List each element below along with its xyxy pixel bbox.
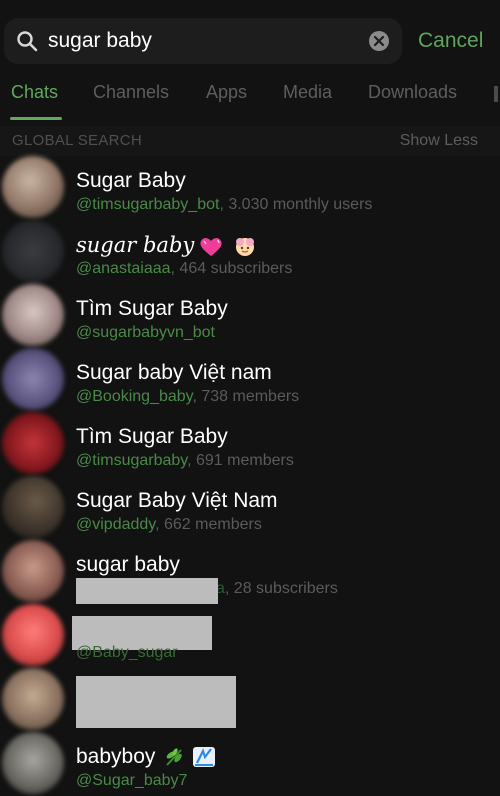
search-icon [17, 31, 38, 52]
show-less-button[interactable]: Show Less [400, 132, 478, 150]
chat-subtitle: @Booking_baby, 738 members [76, 388, 300, 405]
cancel-button[interactable]: Cancel [418, 29, 483, 53]
avatar [2, 220, 64, 282]
chat-subtitle: @Sugar_baby7 [76, 772, 188, 789]
chat-subtitle: @vipdaddy, 662 members [76, 516, 262, 533]
list-item[interactable]: Tìm Sugar Baby @timsugarbaby, 691 member… [0, 410, 500, 474]
chat-subtitle: a, 28 subscribers [216, 580, 338, 597]
avatar [2, 604, 64, 666]
active-tab-indicator [10, 117, 62, 120]
search-bar[interactable]: sugar baby [4, 18, 402, 64]
avatar [2, 476, 64, 538]
avatar [2, 412, 64, 474]
cherry-blossom-face-icon [236, 237, 255, 256]
avatar [2, 284, 64, 346]
list-item[interactable]: Sugar Baby Việt Nam @vipdaddy, 662 membe… [0, 474, 500, 538]
chat-subtitle: @anastaiaaa, 464 subscribers [76, 260, 293, 277]
chat-subtitle: @timsugarbaby_bot, 3.030 monthly users [76, 196, 373, 213]
list-item[interactable]: Sugar Baby @timsugarbaby_bot, 3.030 mont… [0, 154, 500, 218]
list-item[interactable]: sugar baby a, 28 subscribers [0, 538, 500, 604]
chat-title: sugar baby [76, 233, 256, 258]
avatar [2, 540, 64, 602]
global-search-header: GLOBAL SEARCH Show Less [0, 126, 500, 156]
filter-tabs: Chats Channels Apps Media Downloads [0, 78, 500, 120]
tab-overflow[interactable] [494, 86, 498, 102]
tab-apps[interactable]: Apps [206, 82, 247, 103]
list-item[interactable]: @Baby_sugar [0, 602, 500, 666]
search-input[interactable]: sugar baby [48, 29, 152, 53]
tab-chats[interactable]: Chats [11, 82, 58, 103]
avatar [2, 348, 64, 410]
tab-downloads[interactable]: Downloads [368, 82, 457, 103]
pink-heart-icon [200, 237, 222, 256]
list-item[interactable]: sugar baby @anastaiaaa, 464 subscribers [0, 218, 500, 282]
chat-title: Sugar Baby [76, 169, 186, 192]
list-item[interactable]: Sugar baby Việt nam @Booking_baby, 738 m… [0, 346, 500, 410]
clear-icon[interactable] [368, 30, 390, 52]
chat-title: Tìm Sugar Baby [76, 425, 228, 448]
list-item[interactable]: babyboy @Sugar_baby7 [0, 730, 500, 794]
section-title: GLOBAL SEARCH [12, 132, 143, 149]
avatar [2, 156, 64, 218]
redaction-box [76, 578, 218, 604]
chat-title: Sugar baby Việt nam [76, 361, 272, 384]
chat-subtitle: @timsugarbaby, 691 members [76, 452, 294, 469]
chat-subtitle: @sugarbabyvn_bot [76, 324, 215, 341]
list-item[interactable]: Tìm Sugar Baby @sugarbabyvn_bot [0, 282, 500, 346]
herb-icon [166, 748, 183, 767]
chat-title: sugar baby [76, 553, 180, 576]
avatar [2, 668, 64, 730]
tab-media[interactable]: Media [283, 82, 332, 103]
chat-title: Tìm Sugar Baby [76, 297, 228, 320]
avatar [2, 732, 64, 794]
chat-title: Sugar Baby Việt Nam [76, 489, 278, 512]
redaction-box [76, 676, 236, 728]
chat-title: babyboy [76, 745, 217, 769]
flag-icon [193, 747, 216, 768]
chat-subtitle: @Baby_sugar [76, 644, 178, 661]
tab-channels[interactable]: Channels [93, 82, 169, 103]
list-item[interactable] [0, 666, 500, 730]
